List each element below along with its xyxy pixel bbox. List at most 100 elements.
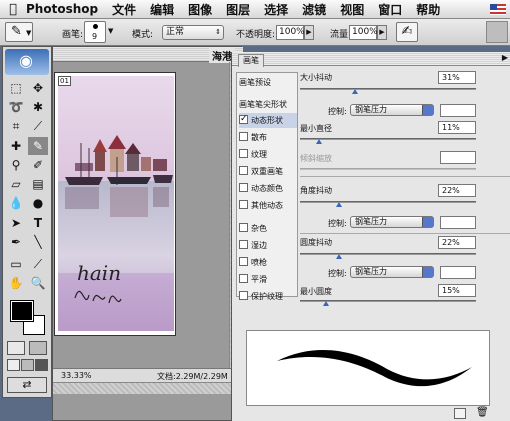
tilt-scale-input[interactable] [440, 151, 476, 164]
menu-layer[interactable]: 图层 [226, 1, 250, 18]
checkbox[interactable] [239, 240, 248, 249]
size-jitter-input[interactable]: 31% [438, 71, 476, 84]
zoom-icon[interactable]: 🔍 [28, 274, 48, 292]
blur-icon[interactable]: 💧 [6, 194, 26, 212]
marquee-icon[interactable]: ⬚ [6, 79, 26, 97]
other-dynamics-item[interactable]: 其他动态 [239, 198, 297, 213]
horizontal-scrollbar[interactable] [53, 382, 243, 394]
screen-mode-menu-icon[interactable] [21, 359, 34, 371]
menu-window[interactable]: 窗口 [378, 1, 402, 18]
menu-view[interactable]: 视图 [340, 1, 364, 18]
checkbox[interactable] [239, 132, 248, 141]
min-diameter-input[interactable]: 11% [438, 121, 476, 134]
palette-well[interactable] [486, 21, 508, 43]
angle-jitter-input[interactable]: 22% [438, 184, 476, 197]
adobe-online-icon[interactable]: ◉ [5, 49, 49, 75]
new-preset-icon[interactable] [454, 408, 466, 419]
apple-menu-icon[interactable]:  [0, 2, 26, 17]
brushes-panel-titlebar[interactable]: ▶ [232, 52, 510, 66]
size-jitter-thumb[interactable] [351, 89, 358, 94]
foreground-color-swatch[interactable] [10, 300, 34, 322]
checkbox[interactable] [239, 183, 248, 192]
flow-arrow-button[interactable]: ▶ [377, 25, 387, 40]
roundness-jitter-thumb[interactable] [335, 254, 342, 259]
checkbox[interactable] [239, 149, 248, 158]
tool-preset-picker[interactable]: ✎ ▼ [5, 22, 33, 42]
zoom-value[interactable]: 33.33% [61, 371, 92, 380]
history-brush-icon[interactable]: ✐ [28, 156, 48, 174]
trash-icon[interactable]: 🗑 [476, 408, 489, 419]
menu-help[interactable]: 帮助 [416, 1, 440, 18]
angle-control-value[interactable] [440, 216, 476, 229]
eraser-icon[interactable]: ▱ [6, 175, 26, 193]
brush-presets-item[interactable]: 画笔预设 [239, 75, 297, 90]
pen-icon[interactable]: ✒ [6, 233, 26, 251]
hand-icon[interactable]: ✋ [6, 274, 26, 292]
line-icon[interactable]: ╲ [28, 233, 48, 251]
angle-jitter-thumb[interactable] [335, 202, 342, 207]
texture-item[interactable]: 纹理 [239, 147, 297, 162]
screen-mode-standard-icon[interactable] [7, 359, 20, 371]
airbrush-item[interactable]: 喷枪 [239, 255, 297, 270]
airbrush-icon[interactable]: ✍ [396, 22, 418, 42]
dual-brush-item[interactable]: 双重画笔 [239, 164, 297, 179]
jump-to-imageready-icon[interactable]: ⇄ [7, 377, 47, 393]
document-canvas[interactable]: 01 hain [54, 72, 176, 336]
size-jitter-slider[interactable] [300, 88, 476, 90]
menu-filter[interactable]: 滤镜 [302, 1, 326, 18]
smoothing-item[interactable]: 平滑 [239, 272, 297, 287]
mode-select[interactable]: 正常 ⇕ [162, 25, 224, 40]
type-icon[interactable]: T [28, 214, 48, 232]
checkbox[interactable] [239, 112, 248, 127]
crop-icon[interactable]: ⌗ [6, 117, 26, 135]
scattering-item[interactable]: 散布 [239, 130, 297, 145]
dodge-icon[interactable]: ● [28, 194, 48, 212]
size-control-value[interactable] [440, 104, 476, 117]
panel-menu-icon[interactable]: ▶ [502, 53, 508, 62]
size-control-select[interactable]: 钢笔压力 [350, 104, 434, 116]
file-info[interactable]: 文档:2.29M/2.29M [157, 371, 228, 382]
opacity-input[interactable]: 100% [276, 25, 305, 40]
min-roundness-thumb[interactable] [323, 301, 330, 306]
path-select-icon[interactable]: ➤ [6, 214, 26, 232]
roundness-control-select[interactable]: 钢笔压力 [350, 266, 434, 278]
opacity-arrow-button[interactable]: ▶ [304, 25, 314, 40]
lasso-icon[interactable]: ➰ [6, 98, 26, 116]
min-diameter-thumb[interactable] [316, 139, 323, 144]
angle-jitter-slider[interactable] [300, 201, 476, 203]
wet-edges-item[interactable]: 湿边 [239, 238, 297, 253]
angle-control-select[interactable]: 钢笔压力 [350, 216, 434, 228]
brush-chevron-icon[interactable]: ▼ [108, 27, 113, 35]
min-diameter-slider[interactable] [300, 138, 476, 140]
menu-select[interactable]: 选择 [264, 1, 288, 18]
noise-item[interactable]: 杂色 [239, 221, 297, 236]
shape-dynamics-item[interactable]: 动态形状 [239, 112, 297, 128]
checkbox[interactable] [239, 200, 248, 209]
checkbox[interactable] [239, 274, 248, 283]
notes-icon[interactable]: ▭ [6, 255, 26, 273]
menu-image[interactable]: 图像 [188, 1, 212, 18]
brush-tip-shape-item[interactable]: 画笔笔尖形状 [239, 97, 297, 112]
slice-icon[interactable]: ⟋ [28, 117, 48, 135]
min-roundness-input[interactable]: 15% [438, 284, 476, 297]
quick-mask-icon[interactable] [29, 341, 47, 355]
standard-mode-icon[interactable] [7, 341, 25, 355]
roundness-control-value[interactable] [440, 266, 476, 279]
clone-stamp-icon[interactable]: ⚲ [6, 156, 26, 174]
brushes-tab[interactable]: 画笔 [238, 54, 264, 67]
eyedropper-icon[interactable]: ⟋ [28, 255, 48, 273]
menu-file[interactable]: 文件 [112, 1, 136, 18]
document-titlebar[interactable]: 海港 [53, 47, 243, 63]
us-flag-icon[interactable] [490, 4, 506, 15]
protect-texture-item[interactable]: 保护纹理 [239, 289, 297, 304]
move-icon[interactable]: ✥ [28, 79, 48, 97]
gradient-icon[interactable]: ▤ [28, 175, 48, 193]
brush-picker[interactable]: 9 [84, 21, 106, 43]
roundness-jitter-slider[interactable] [300, 253, 476, 255]
brush-tool-icon[interactable]: ✎ [28, 137, 48, 155]
checkbox[interactable] [239, 291, 248, 300]
checkbox[interactable] [239, 166, 248, 175]
screen-mode-full-icon[interactable] [35, 359, 48, 371]
healing-brush-icon[interactable]: ✚ [6, 137, 26, 155]
checkbox[interactable] [239, 257, 248, 266]
